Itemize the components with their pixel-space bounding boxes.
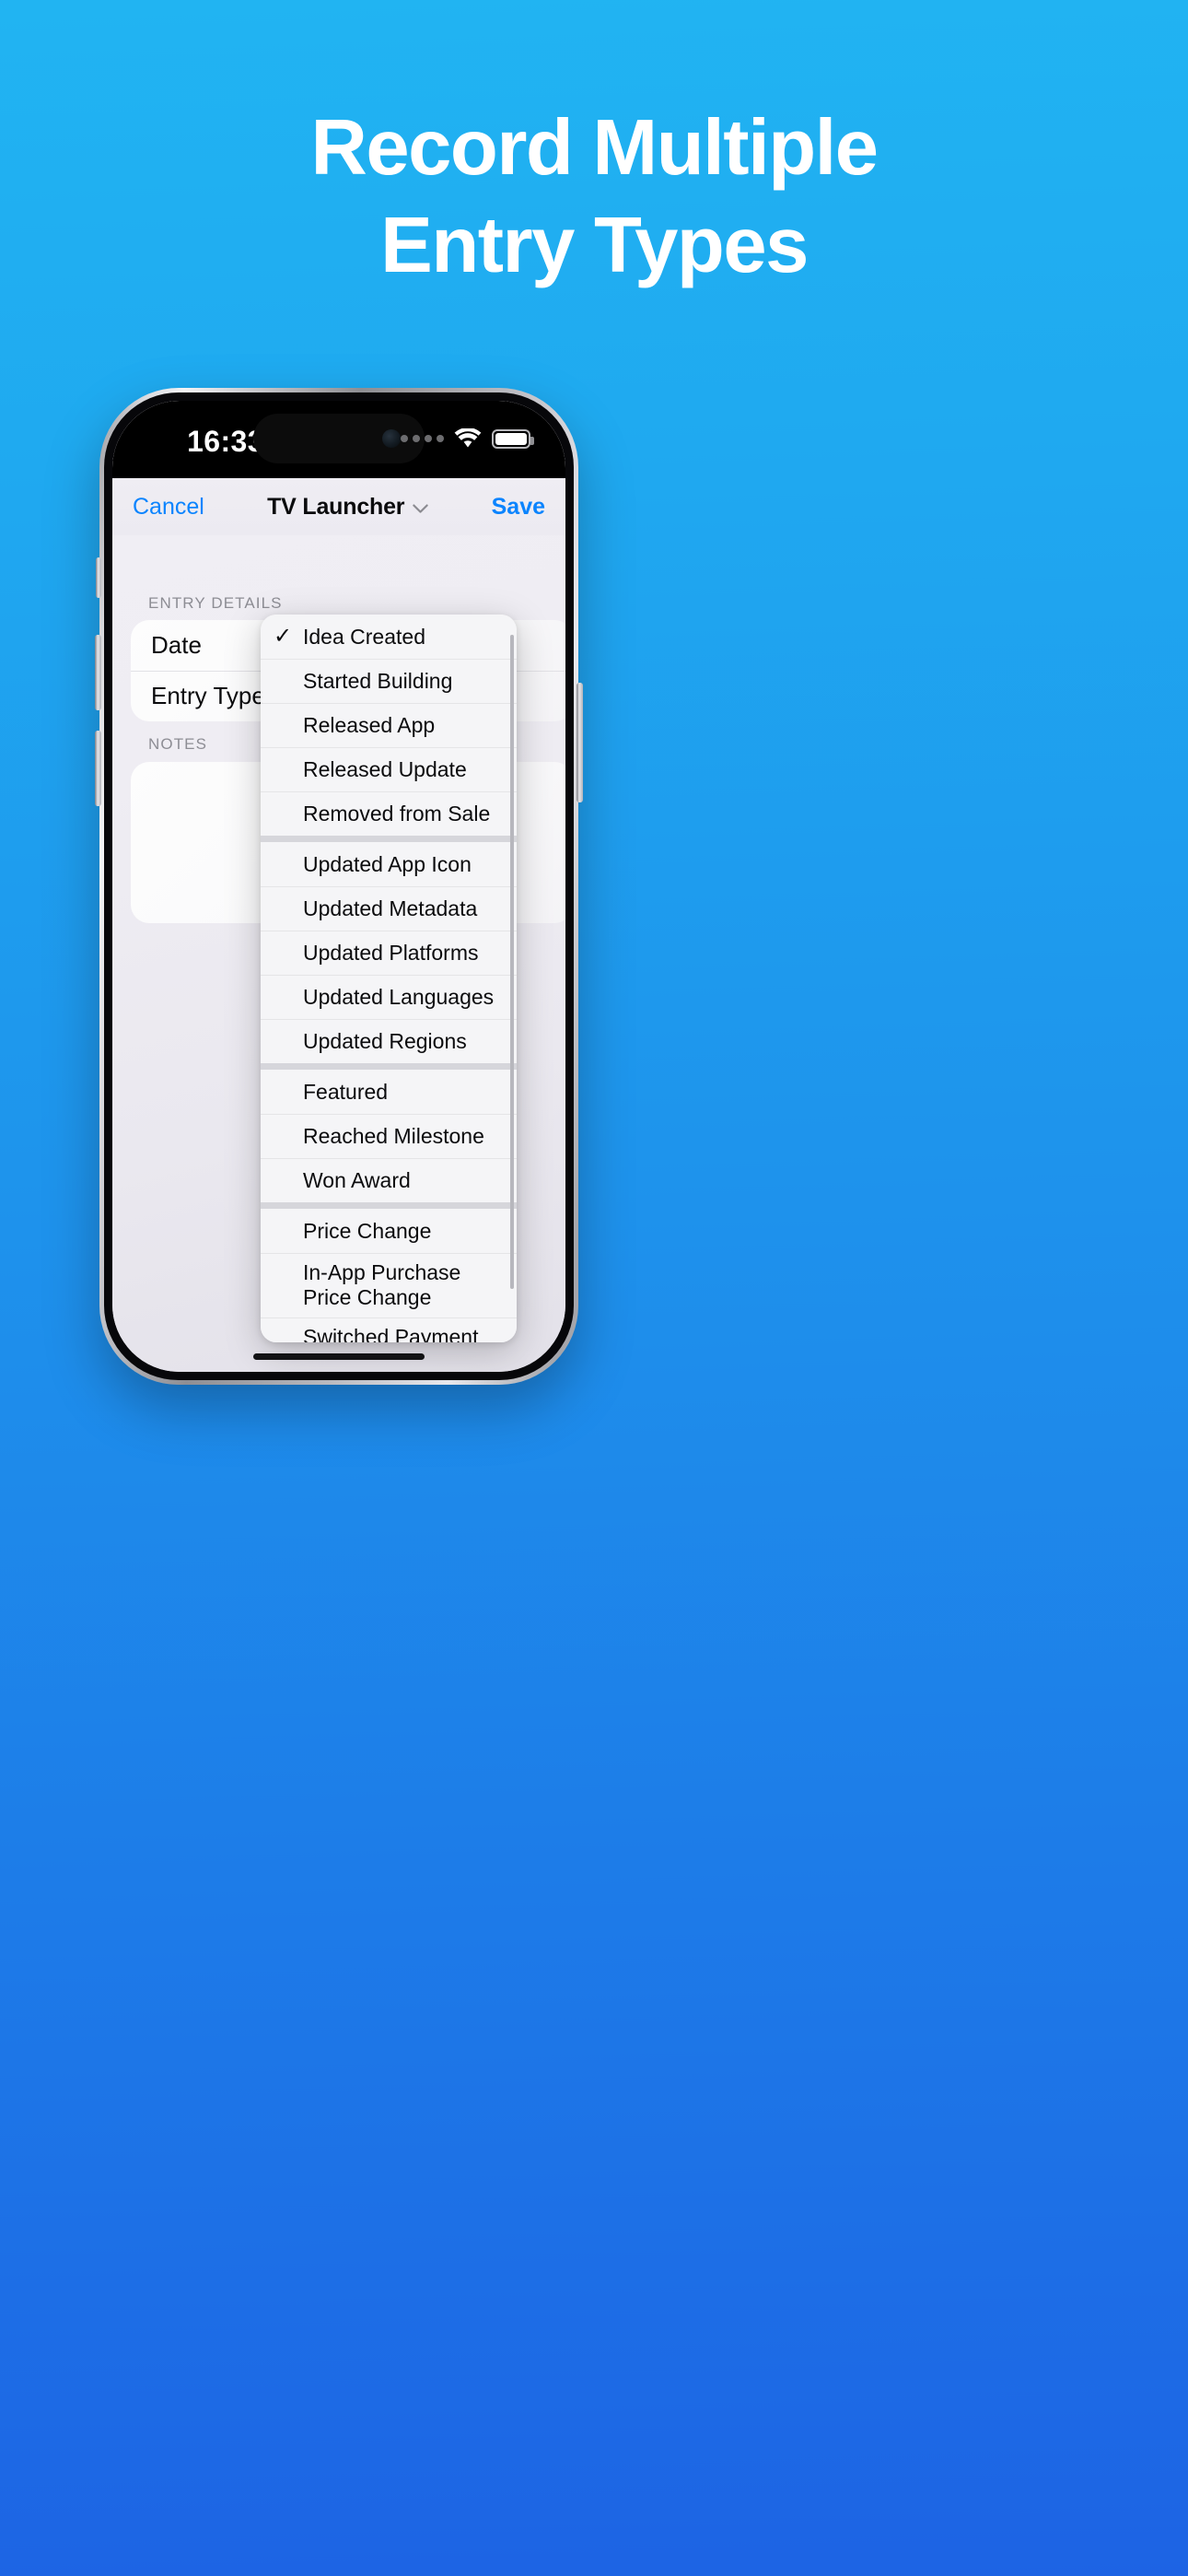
front-camera-icon bbox=[382, 429, 401, 448]
phone-mockup: Cancel TV Launcher Save ENTRY DETAILS Da… bbox=[95, 388, 583, 1385]
menu-item-updated-metadata[interactable]: Updated Metadata bbox=[261, 886, 517, 931]
chevron-down-icon bbox=[413, 502, 429, 513]
menu-item-updated-languages[interactable]: Updated Languages bbox=[261, 975, 517, 1019]
menu-item-featured[interactable]: Featured bbox=[261, 1070, 517, 1114]
status-bar: 16:33 bbox=[112, 401, 565, 478]
menu-group-separator bbox=[261, 836, 517, 842]
save-button[interactable]: Save bbox=[492, 494, 545, 521]
menu-item-label: Released App bbox=[303, 712, 436, 737]
cellular-dots-icon bbox=[401, 435, 444, 442]
menu-item-updated-platforms[interactable]: Updated Platforms bbox=[261, 931, 517, 975]
marketing-headline: Record Multiple Entry Types bbox=[0, 109, 1188, 285]
menu-item-label: Featured bbox=[303, 1079, 389, 1104]
menu-item-label: Reached Milestone bbox=[303, 1123, 484, 1148]
menu-item-label: In-App Purchase Price Change bbox=[303, 1260, 461, 1309]
menu-item-label: Updated Languages bbox=[303, 984, 495, 1009]
menu-item-released-app[interactable]: Released App bbox=[261, 703, 517, 747]
navigation-bar: Cancel TV Launcher Save bbox=[112, 478, 565, 535]
menu-item-won-award[interactable]: Won Award bbox=[261, 1158, 517, 1202]
wifi-icon bbox=[454, 428, 482, 449]
row-date-label: Date bbox=[151, 631, 202, 659]
menu-item-label: Released Update bbox=[303, 756, 467, 781]
menu-item-removed-from-sale[interactable]: Removed from Sale bbox=[261, 791, 517, 836]
menu-item-switched-payment-model[interactable]: Switched Payment Model bbox=[261, 1317, 517, 1342]
menu-item-label: Idea Created bbox=[303, 624, 425, 649]
menu-item-updated-regions[interactable]: Updated Regions bbox=[261, 1019, 517, 1063]
headline-line-2: Entry Types bbox=[380, 202, 809, 289]
dynamic-island bbox=[253, 414, 425, 463]
menu-group-separator bbox=[261, 1202, 517, 1209]
app-screen: Cancel TV Launcher Save ENTRY DETAILS Da… bbox=[112, 401, 565, 1372]
menu-item-started-building[interactable]: Started Building bbox=[261, 659, 517, 703]
menu-item-label: Won Award bbox=[303, 1167, 411, 1192]
power-button[interactable] bbox=[577, 683, 583, 802]
menu-item-label: Switched Payment Model bbox=[303, 1324, 479, 1342]
headline-line-1: Record Multiple bbox=[310, 104, 879, 192]
menu-item-label: Price Change bbox=[303, 1218, 432, 1243]
menu-item-label: Updated Regions bbox=[303, 1028, 467, 1053]
home-indicator[interactable] bbox=[253, 1353, 425, 1360]
row-entry-type-label: Entry Type bbox=[151, 682, 265, 709]
cancel-button[interactable]: Cancel bbox=[133, 494, 204, 521]
menu-item-updated-app-icon[interactable]: Updated App Icon bbox=[261, 842, 517, 886]
menu-item-label: Removed from Sale bbox=[303, 801, 491, 825]
entry-details-header: ENTRY DETAILS bbox=[148, 594, 283, 612]
volume-up-button[interactable] bbox=[95, 635, 101, 710]
menu-item-iap-price-change[interactable]: In-App Purchase Price Change bbox=[261, 1253, 517, 1317]
entry-type-context-menu[interactable]: ✓ Idea Created Started Building Released… bbox=[261, 615, 517, 1342]
menu-item-label: Updated App Icon bbox=[303, 851, 472, 876]
volume-down-button[interactable] bbox=[95, 731, 101, 806]
checkmark-icon: ✓ bbox=[274, 624, 293, 649]
menu-item-label: Updated Platforms bbox=[303, 940, 479, 965]
menu-item-price-change[interactable]: Price Change bbox=[261, 1209, 517, 1253]
menu-item-reached-milestone[interactable]: Reached Milestone bbox=[261, 1114, 517, 1158]
phone-bezel: Cancel TV Launcher Save ENTRY DETAILS Da… bbox=[104, 392, 574, 1380]
menu-item-label: Updated Metadata bbox=[303, 896, 478, 920]
phone-screen: Cancel TV Launcher Save ENTRY DETAILS Da… bbox=[112, 401, 565, 1372]
menu-item-label: Started Building bbox=[303, 668, 453, 693]
silent-switch-button[interactable] bbox=[96, 557, 101, 598]
battery-icon bbox=[492, 428, 534, 449]
menu-item-idea-created[interactable]: ✓ Idea Created bbox=[261, 615, 517, 659]
page-title: TV Launcher bbox=[267, 493, 405, 520]
title-dropdown-button[interactable]: TV Launcher bbox=[204, 494, 492, 521]
menu-scrollbar[interactable] bbox=[510, 635, 514, 1289]
menu-group-separator bbox=[261, 1063, 517, 1070]
status-bar-indicators bbox=[401, 428, 534, 449]
menu-item-released-update[interactable]: Released Update bbox=[261, 747, 517, 791]
